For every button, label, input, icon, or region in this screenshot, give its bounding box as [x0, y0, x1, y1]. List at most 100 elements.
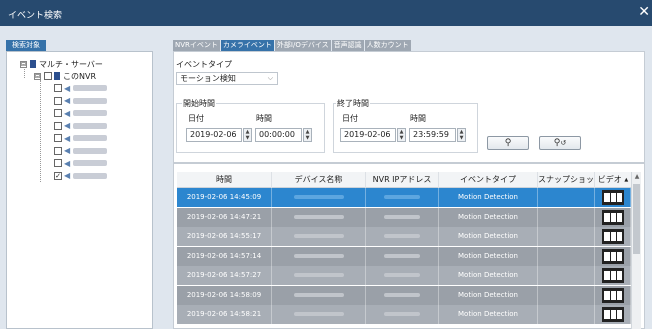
- table-row[interactable]: 2019-02-06 14:57:27 Motion Detection: [177, 266, 631, 285]
- video-clip-icon[interactable]: [602, 190, 624, 205]
- camera-checkbox[interactable]: [54, 109, 62, 117]
- tab-audio-recognition[interactable]: 音声認識: [331, 40, 364, 51]
- camera-checkbox[interactable]: [54, 134, 62, 142]
- end-time-stepper[interactable]: ▲ ▼: [457, 128, 466, 142]
- cell-video[interactable]: [595, 207, 631, 227]
- camera-item[interactable]: ◀: [54, 145, 108, 157]
- start-date-stepper[interactable]: ▲ ▼: [243, 128, 252, 142]
- cell-event: Motion Detection: [439, 285, 538, 305]
- camera-checkbox[interactable]: ✓: [54, 171, 62, 180]
- table-scrollbar[interactable]: ▲: [631, 172, 641, 329]
- scroll-up-icon[interactable]: ▲: [632, 172, 642, 182]
- expand-icon[interactable]: ⊟: [20, 60, 27, 68]
- cell-redacted: [272, 305, 366, 324]
- tab-nvr-event[interactable]: NVRイベント: [173, 40, 220, 51]
- tab-camera-event[interactable]: カメライベント: [220, 40, 274, 51]
- col-device-name[interactable]: デバイス名称: [272, 172, 366, 188]
- search-target-tab[interactable]: 検索対象: [6, 40, 46, 51]
- cell-video[interactable]: [595, 227, 631, 246]
- start-time-label: 開始時間: [182, 98, 216, 109]
- scroll-thumb[interactable]: [633, 184, 640, 254]
- start-time-field-label: 時間: [256, 114, 272, 123]
- title-bar: イベント検索 ✕: [0, 0, 652, 26]
- cell-snapshot[interactable]: [538, 207, 595, 227]
- cell-snapshot[interactable]: [538, 188, 595, 207]
- table-row[interactable]: 2019-02-06 14:55:17 Motion Detection: [177, 227, 631, 246]
- camera-checkbox[interactable]: [54, 84, 62, 92]
- camera-icon: ◀: [64, 146, 71, 155]
- table-row[interactable]: 2019-02-06 14:58:09 Motion Detection: [177, 285, 631, 305]
- cell-video[interactable]: [595, 246, 631, 266]
- tree-root-multi-server[interactable]: ⊟ マルチ・サーバー: [20, 58, 103, 70]
- table-row[interactable]: 2019-02-06 14:58:21 Motion Detection: [177, 305, 631, 324]
- start-time-input[interactable]: 00:00:00: [255, 128, 302, 142]
- window-title: イベント検索: [8, 11, 63, 21]
- cell-snapshot[interactable]: [538, 285, 595, 305]
- cell-video[interactable]: [595, 188, 631, 207]
- close-icon[interactable]: ✕: [638, 4, 650, 20]
- camera-item[interactable]: ◀: [54, 132, 108, 144]
- camera-item[interactable]: ◀: [54, 82, 108, 94]
- tab-people-counting[interactable]: 人数カウント: [364, 40, 411, 51]
- start-date-input[interactable]: 2019-02-06: [186, 128, 242, 142]
- camera-checkbox[interactable]: [54, 96, 62, 105]
- cell-video[interactable]: [595, 285, 631, 305]
- cell-video[interactable]: [595, 305, 631, 324]
- cell-redacted: [366, 266, 439, 285]
- nvr-checkbox[interactable]: [44, 72, 52, 80]
- cell-time: 2019-02-06 14:57:27: [177, 266, 272, 285]
- video-clip-icon[interactable]: [602, 268, 624, 283]
- camera-item[interactable]: ◀: [54, 107, 108, 119]
- video-clip-icon[interactable]: [602, 307, 624, 322]
- cell-redacted: [272, 285, 366, 305]
- camera-item[interactable]: ✓ ◀: [54, 170, 108, 182]
- camera-name-redacted: [73, 172, 108, 179]
- cell-video[interactable]: [595, 266, 631, 285]
- video-clip-icon[interactable]: [602, 287, 624, 303]
- end-time-label: 終了時間: [336, 98, 370, 109]
- cell-snapshot[interactable]: [538, 227, 595, 246]
- table-row[interactable]: 2019-02-06 14:47:21 Motion Detection: [177, 207, 631, 227]
- search-icon: ⚲: [504, 138, 512, 148]
- cell-redacted: [366, 188, 439, 207]
- sort-icon: ▲: [624, 177, 629, 183]
- camera-item[interactable]: ◀: [54, 120, 108, 132]
- cell-snapshot[interactable]: [538, 305, 595, 324]
- end-time-input[interactable]: 23:59:59: [409, 128, 456, 142]
- video-clip-icon[interactable]: [602, 229, 624, 244]
- table-row[interactable]: 2019-02-06 14:45:09 Motion Detection: [177, 188, 631, 207]
- cell-event: Motion Detection: [439, 207, 538, 227]
- search-by-image-button[interactable]: ⚲↺: [539, 136, 581, 150]
- camera-item[interactable]: ◀: [54, 95, 108, 107]
- event-type-label: イベントタイプ: [176, 60, 232, 69]
- nvr-icon: [54, 72, 60, 80]
- col-video[interactable]: ビデオ ▲: [595, 172, 631, 188]
- cell-snapshot[interactable]: [538, 246, 595, 266]
- col-snapshot[interactable]: スナップショット: [538, 172, 595, 200]
- start-date-label: 日付: [188, 114, 204, 123]
- camera-checkbox[interactable]: [54, 146, 62, 155]
- tab-external-io[interactable]: 外部I/Oデバイス: [274, 40, 331, 51]
- end-date-stepper[interactable]: ▲ ▼: [397, 128, 406, 142]
- table-row[interactable]: 2019-02-06 14:57:14 Motion Detection: [177, 246, 631, 266]
- search-button[interactable]: ⚲: [487, 136, 529, 150]
- camera-checkbox[interactable]: [54, 121, 62, 130]
- event-type-select[interactable]: モーション検知 ⌵: [176, 72, 278, 85]
- camera-icon: ◀: [64, 108, 71, 118]
- col-nvr-ip[interactable]: NVR IPアドレス: [366, 172, 439, 188]
- video-clip-icon[interactable]: [602, 248, 624, 264]
- start-time-stepper[interactable]: ▲ ▼: [303, 128, 312, 142]
- col-event-type[interactable]: イベントタイプ: [439, 172, 538, 188]
- tree-nvr-label: このNVR: [63, 71, 97, 81]
- camera-item[interactable]: ◀: [54, 157, 108, 169]
- end-date-input[interactable]: 2019-02-06: [340, 128, 396, 142]
- col-video-label: ビデオ: [597, 175, 622, 184]
- col-time[interactable]: 時間: [177, 172, 272, 188]
- expand-icon[interactable]: ⊟: [34, 72, 41, 80]
- tree-node-this-nvr[interactable]: ⊟ このNVR: [34, 70, 96, 82]
- cell-time: 2019-02-06 14:47:21: [177, 207, 272, 227]
- camera-checkbox[interactable]: [54, 159, 62, 167]
- video-clip-icon[interactable]: [602, 209, 624, 225]
- cell-event: Motion Detection: [439, 266, 538, 285]
- cell-snapshot[interactable]: [538, 266, 595, 285]
